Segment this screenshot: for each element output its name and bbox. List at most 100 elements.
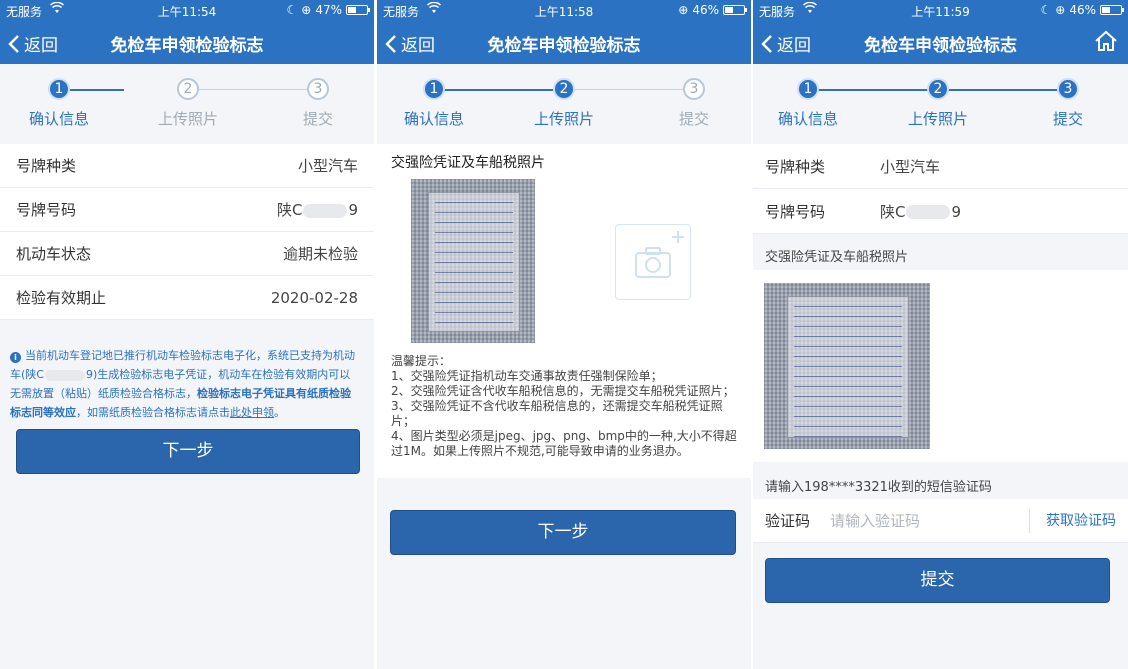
next-step-button[interactable]: 下一步 — [16, 429, 360, 474]
step-label: 确认信息 — [777, 110, 838, 128]
step-3: 3 提交 — [278, 78, 358, 129]
step-number: 2 — [553, 78, 575, 100]
masked-text — [44, 369, 85, 381]
moon-icon: ☾ — [286, 3, 298, 17]
step-label: 确认信息 — [28, 110, 89, 128]
progress-steps: 1 确认信息 2 上传照片 3 提交 — [753, 64, 1128, 144]
masked-text — [906, 205, 951, 219]
step-number: 3 — [1057, 78, 1079, 100]
step-number: 1 — [423, 78, 445, 100]
photo-upload-card: 交强险凭证及车船税照片 温馨提示： 1、交强险凭证指机动车交通事故责任强制保险单… — [377, 144, 751, 478]
step-number: 3 — [683, 78, 705, 100]
step-label: 确认信息 — [403, 110, 464, 128]
step-3: 3 提交 — [654, 78, 734, 129]
step-label: 上传照片 — [907, 110, 968, 128]
info-row-plate-type: 号牌种类 小型汽车 — [0, 144, 374, 188]
apply-paper-label-link[interactable]: 此处申领 — [230, 406, 274, 419]
get-code-button[interactable]: 获取验证码 — [1029, 508, 1116, 533]
rotation-lock-icon: ⊕ — [1055, 3, 1066, 17]
step-3: 3 提交 — [1028, 78, 1108, 129]
code-input[interactable]: 请输入验证码 — [830, 510, 920, 531]
progress-steps: 1 确认信息 2 上传照片 3 提交 — [0, 64, 374, 144]
home-icon[interactable] — [1094, 29, 1118, 53]
battery-percent: 46% — [692, 3, 719, 17]
page-title: 免检车申领检验标志 — [487, 36, 641, 56]
info-row-plate-type: 号牌种类 小型汽车 — [753, 144, 1128, 189]
uploaded-insurance-photo[interactable] — [764, 283, 930, 449]
row-label: 检验有效期止 — [16, 289, 107, 307]
page-title: 免检车申领检验标志 — [864, 36, 1017, 56]
add-photo-button[interactable] — [615, 224, 691, 300]
tips-title: 温馨提示： — [391, 354, 452, 368]
rotation-lock-icon: ⊕ — [678, 3, 689, 17]
tip-item: 1、交强险凭证指机动车交通事故责任强制保险单； — [391, 369, 663, 383]
battery-icon — [1100, 5, 1124, 15]
row-value: 陕C 9 — [880, 201, 961, 222]
tip-item: 4、图片类型必须是jpeg、jpg、png、bmp中的一种,大小不得超过1M。如… — [391, 429, 737, 458]
step-number: 1 — [797, 78, 819, 100]
photo-section-title: 交强险凭证及车船税照片 — [765, 250, 909, 265]
step-number: 2 — [177, 78, 199, 100]
vehicle-info-card: 号牌种类 小型汽车 号牌号码 陕C 9 机动车状态 逾期未检验 检验有效期止 2020-0… — [0, 144, 374, 320]
battery-percent: 47% — [315, 3, 342, 17]
step-1: 1 确认信息 — [394, 78, 474, 129]
rotation-lock-icon: ⊕ — [301, 3, 312, 17]
plate-suffix: 9 — [951, 202, 962, 221]
page-title: 免检车申领检验标志 — [110, 36, 264, 56]
step-number: 3 — [307, 78, 329, 100]
uploaded-insurance-photo[interactable] — [411, 179, 535, 343]
sms-code-row: 验证码 请输入验证码 获取验证码 — [753, 499, 1128, 543]
step-2: 2 上传照片 — [898, 78, 978, 129]
row-value: 小型汽车 — [297, 157, 358, 175]
row-value: 逾期未检验 — [282, 245, 358, 263]
row-value: 陕C 9 — [277, 199, 358, 220]
row-label: 号牌号码 — [765, 202, 826, 221]
notice-text: 。 — [274, 406, 285, 419]
tip-item: 3、交强险凭证不含代收车船税信息的，还需提交车船税凭证照片； — [391, 399, 723, 428]
info-row-plate-number: 号牌号码 陕C 9 — [753, 189, 1128, 234]
step-label: 提交 — [302, 110, 333, 128]
info-row-valid-until: 检验有效期止 2020-02-28 — [0, 276, 374, 320]
status-bar: 无服务 上午11:59 ☾ ⊕ 46% — [753, 0, 1128, 20]
screen-upload-photo: 无服务 上午11:58 ⊕ 46% 返回 免检车申领检验标志 1 确认信息 2 上传… — [377, 0, 751, 669]
submit-button[interactable]: 提交 — [765, 558, 1110, 603]
step-label: 提交 — [678, 110, 709, 128]
info-icon: i — [10, 352, 21, 363]
row-label: 机动车状态 — [16, 245, 92, 263]
battery-fill — [1102, 7, 1110, 13]
status-bar: 无服务 上午11:58 ⊕ 46% — [377, 0, 751, 20]
sms-hint: 请输入198****3321收到的短信验证码 — [765, 480, 992, 495]
screen-submit: 无服务 上午11:59 ☾ ⊕ 46% 返回 免检车申领检验标志 1 确认信息 2… — [753, 0, 1128, 669]
battery-percent: 46% — [1069, 3, 1096, 17]
row-label: 号牌种类 — [765, 157, 826, 176]
plate-prefix: 陕C — [276, 201, 303, 219]
moon-icon: ☾ — [1040, 3, 1052, 17]
step-number: 1 — [48, 78, 70, 100]
e-label-notice: i 当前机动车登记地已推行机动车检验标志电子化，系统已支持为机动车(陕C 9)生成检… — [0, 320, 374, 422]
step-2: 2 上传照片 — [524, 78, 604, 129]
info-row-vehicle-status: 机动车状态 逾期未检验 — [0, 232, 374, 276]
step-2: 2 上传照片 — [148, 78, 228, 129]
step-1: 1 确认信息 — [19, 78, 99, 129]
battery-icon — [723, 5, 747, 15]
notice-text: ，如需纸质检验合格标志请点击 — [76, 406, 230, 419]
step-number: 2 — [927, 78, 949, 100]
nav-bar: 返回 免检车申领检验标志 — [377, 20, 751, 64]
battery-fill — [348, 7, 356, 13]
progress-steps: 1 确认信息 2 上传照片 3 提交 — [377, 64, 751, 144]
tip-item: 2、交强险凭证含代收车船税信息的，无需提交车船税凭证照片； — [391, 384, 735, 398]
section-title: 交强险凭证及车船税照片 — [391, 155, 545, 171]
battery-fill — [725, 7, 733, 13]
next-step-button[interactable]: 下一步 — [390, 510, 736, 555]
code-label: 验证码 — [765, 512, 811, 530]
row-value: 小型汽车 — [880, 157, 941, 176]
nav-bar: 返回 免检车申领检验标志 — [0, 20, 374, 64]
camera-plus-icon — [635, 231, 684, 278]
info-row-plate-number: 号牌号码 陕C 9 — [0, 188, 374, 232]
photo-preview-card — [753, 270, 1128, 462]
screen-confirm-info: 无服务 上午11:54 ☾ ⊕ 47% 返回 免检车申领检验标志 1 确认信息 2… — [0, 0, 374, 669]
tips-block: 温馨提示： 1、交强险凭证指机动车交通事故责任强制保险单； 2、交强险凭证含代收… — [377, 354, 751, 459]
status-bar: 无服务 上午11:54 ☾ ⊕ 47% — [0, 0, 374, 20]
plate-suffix: 9 — [348, 201, 358, 219]
vehicle-info-card: 号牌种类 小型汽车 号牌号码 陕C 9 — [753, 144, 1128, 234]
